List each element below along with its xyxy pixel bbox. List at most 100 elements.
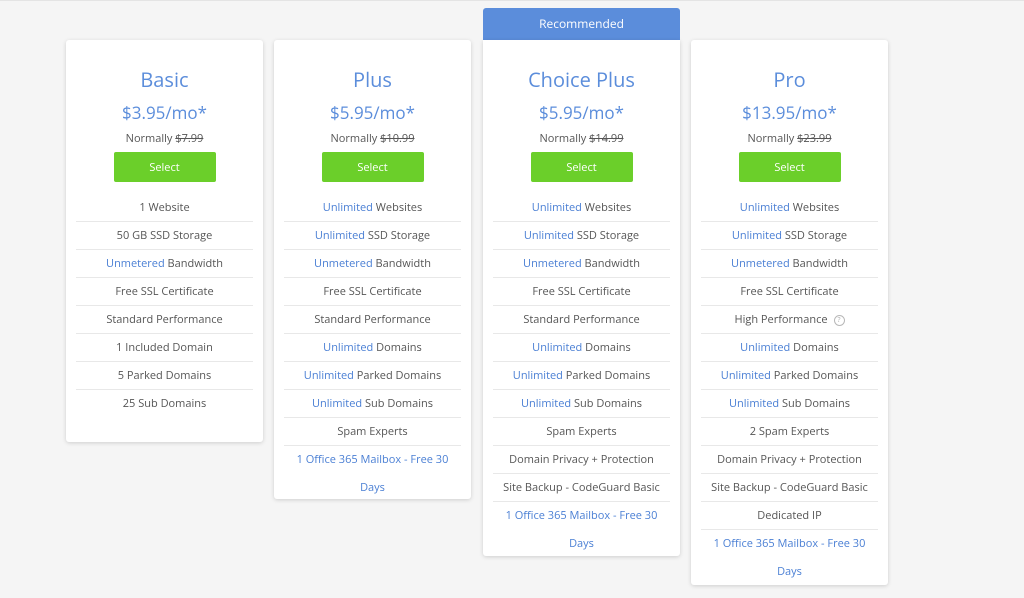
feature-highlight: Unlimited [323,340,374,355]
normal-price: Normally $10.99 [274,132,471,146]
feature-item: Standard Performance [76,306,253,334]
feature-text: Websites [789,200,840,215]
feature-text: Dedicated IP [757,508,822,523]
normally-label: Normally [330,131,381,146]
select-button[interactable]: Select [530,152,633,182]
plan-name: Choice Plus [528,66,635,93]
feature-highlight: Unlimited [739,200,790,215]
feature-text: Standard Performance [106,312,223,327]
feature-highlight: Unlimited [312,396,363,411]
plan-card-basic: Basic $3.95/mo* Normally $7.99 Select 1 Webs… [66,40,263,442]
feature-highlight: Unmetered [314,256,373,271]
info-icon[interactable]: ? [833,314,845,326]
feature-text: Standard Performance [523,312,640,327]
normally-label: Normally [539,131,590,146]
feature-text: 2 Spam Experts [749,424,830,439]
feature-highlight: Unlimited [532,340,583,355]
plan-card-plus: Plus $5.95/mo* Normally $10.99 Select Unlimi… [274,40,471,499]
feature-highlight: Unlimited [322,200,373,215]
original-price: $14.99 [589,131,624,146]
feature-highlight: Unmetered [523,256,582,271]
select-button[interactable]: Select [113,152,216,182]
feature-text: 25 Sub Domains [122,396,207,411]
feature-item: Unmetered Bandwidth [284,250,461,278]
plan-price: $13.95/mo* [742,101,837,124]
office-365-link[interactable]: 1 Office 365 Mailbox - Free 30 Days [506,508,658,551]
feature-text: Free SSL Certificate [323,284,422,299]
feature-text: Domains [582,340,631,355]
feature-item: Unlimited Parked Domains [284,362,461,390]
normal-price: Normally $7.99 [66,132,263,146]
original-price: $7.99 [175,131,204,146]
plan-name: Plus [353,66,392,93]
feature-item: Free SSL Certificate [76,278,253,306]
feature-item: Unlimited Domains [284,334,461,362]
feature-text: Free SSL Certificate [740,284,839,299]
feature-highlight: Unmetered [106,256,165,271]
feature-text: Bandwidth [372,256,431,271]
select-button[interactable]: Select [738,152,841,182]
feature-highlight: Unlimited [531,200,582,215]
feature-item: Unlimited SSD Storage [284,222,461,250]
feature-item: Unlimited Parked Domains [701,362,878,390]
feature-text: SSD Storage [574,228,640,243]
feature-highlight: Unlimited [523,228,574,243]
feature-item: Unlimited Websites [493,194,670,222]
plan-price: $5.95/mo* [330,101,415,124]
feature-item: Unmetered Bandwidth [76,250,253,278]
feature-text: 5 Parked Domains [117,368,212,383]
plan-card-pro: Pro $13.95/mo* Normally $23.99 Select Unlimi… [691,40,888,585]
feature-list: Unlimited Websites Unlimited SSD Storage U… [284,194,461,495]
feature-list: Unlimited Websites Unlimited SSD Storage U… [701,194,878,579]
feature-text: Websites [581,200,632,215]
feature-list: 1 Website 50 GB SSD Storage Unmetered Band… [76,194,253,418]
feature-highlight: Unmetered [731,256,790,271]
office-365-link[interactable]: 1 Office 365 Mailbox - Free 30 Days [297,452,449,495]
feature-item: Unlimited Websites [284,194,461,222]
feature-text: Free SSL Certificate [115,284,214,299]
feature-text: Bandwidth [164,256,223,271]
feature-item: Free SSL Certificate [701,278,878,306]
feature-item: 1 Included Domain [76,334,253,362]
office-365-link[interactable]: 1 Office 365 Mailbox - Free 30 Days [714,536,866,579]
feature-text: Sub Domains [362,396,433,411]
feature-text: Standard Performance [314,312,431,327]
feature-item: Domain Privacy + Protection [493,446,670,474]
feature-item: 50 GB SSD Storage [76,222,253,250]
feature-text: Bandwidth [789,256,848,271]
feature-item: Free SSL Certificate [493,278,670,306]
normally-label: Normally [125,131,176,146]
normal-price: Normally $23.99 [691,132,888,146]
normal-price: Normally $14.99 [483,132,680,146]
feature-text: 50 GB SSD Storage [116,228,213,243]
feature-item: Free SSL Certificate [284,278,461,306]
feature-item: Unmetered Bandwidth [701,250,878,278]
select-button[interactable]: Select [321,152,424,182]
feature-item: 1 Office 365 Mailbox - Free 30 Days [284,446,461,495]
feature-text: Websites [372,200,423,215]
feature-item: 25 Sub Domains [76,390,253,418]
feature-text: Bandwidth [581,256,640,271]
original-price: $23.99 [797,131,832,146]
feature-item: Standard Performance [493,306,670,334]
feature-text: SSD Storage [365,228,431,243]
feature-item: Site Backup - CodeGuard Basic [701,474,878,502]
feature-text: 1 Included Domain [116,340,213,355]
feature-item: 1 Office 365 Mailbox - Free 30 Days [493,502,670,551]
plan-price: $5.95/mo* [539,101,624,124]
feature-text: Spam Experts [337,424,408,439]
feature-item: Unlimited SSD Storage [493,222,670,250]
feature-text: Domain Privacy + Protection [509,452,654,467]
feature-highlight: Unlimited [512,368,563,383]
feature-item: Unlimited Websites [701,194,878,222]
feature-item: Unlimited SSD Storage [701,222,878,250]
feature-text: Domain Privacy + Protection [717,452,862,467]
feature-text: Parked Domains [353,368,442,383]
feature-text: Sub Domains [571,396,642,411]
feature-item: 5 Parked Domains [76,362,253,390]
feature-highlight: Unlimited [720,368,771,383]
feature-item: Unmetered Bandwidth [493,250,670,278]
feature-item: Domain Privacy + Protection [701,446,878,474]
recommended-banner: Recommended [483,8,680,40]
feature-item: Site Backup - CodeGuard Basic [493,474,670,502]
